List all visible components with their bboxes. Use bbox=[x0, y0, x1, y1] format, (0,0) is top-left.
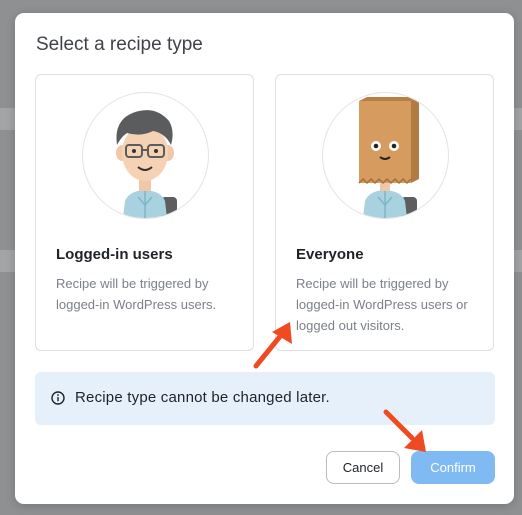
option-description: Recipe will be triggered by logged-in Wo… bbox=[296, 276, 468, 333]
person-with-hair-icon bbox=[82, 92, 209, 219]
recipe-type-modal: Select a recipe type Logged-in users Rec… bbox=[15, 13, 514, 504]
option-title: Logged-in users bbox=[56, 246, 173, 263]
option-card-everyone[interactable]: Everyone Recipe will be triggered by log… bbox=[275, 74, 494, 351]
paper-bag-head-person-icon bbox=[322, 92, 449, 219]
notice-text: Recipe type cannot be changed later. bbox=[75, 389, 330, 406]
option-description: Recipe will be triggered by logged-in Wo… bbox=[56, 276, 217, 312]
info-icon bbox=[51, 391, 65, 410]
option-card-logged-in-users[interactable]: Logged-in users Recipe will be triggered… bbox=[35, 74, 254, 351]
option-title: Everyone bbox=[296, 246, 364, 263]
modal-title: Select a recipe type bbox=[36, 34, 203, 55]
annotation-arrow-icon bbox=[383, 409, 426, 452]
annotation-arrow-icon bbox=[253, 322, 292, 369]
